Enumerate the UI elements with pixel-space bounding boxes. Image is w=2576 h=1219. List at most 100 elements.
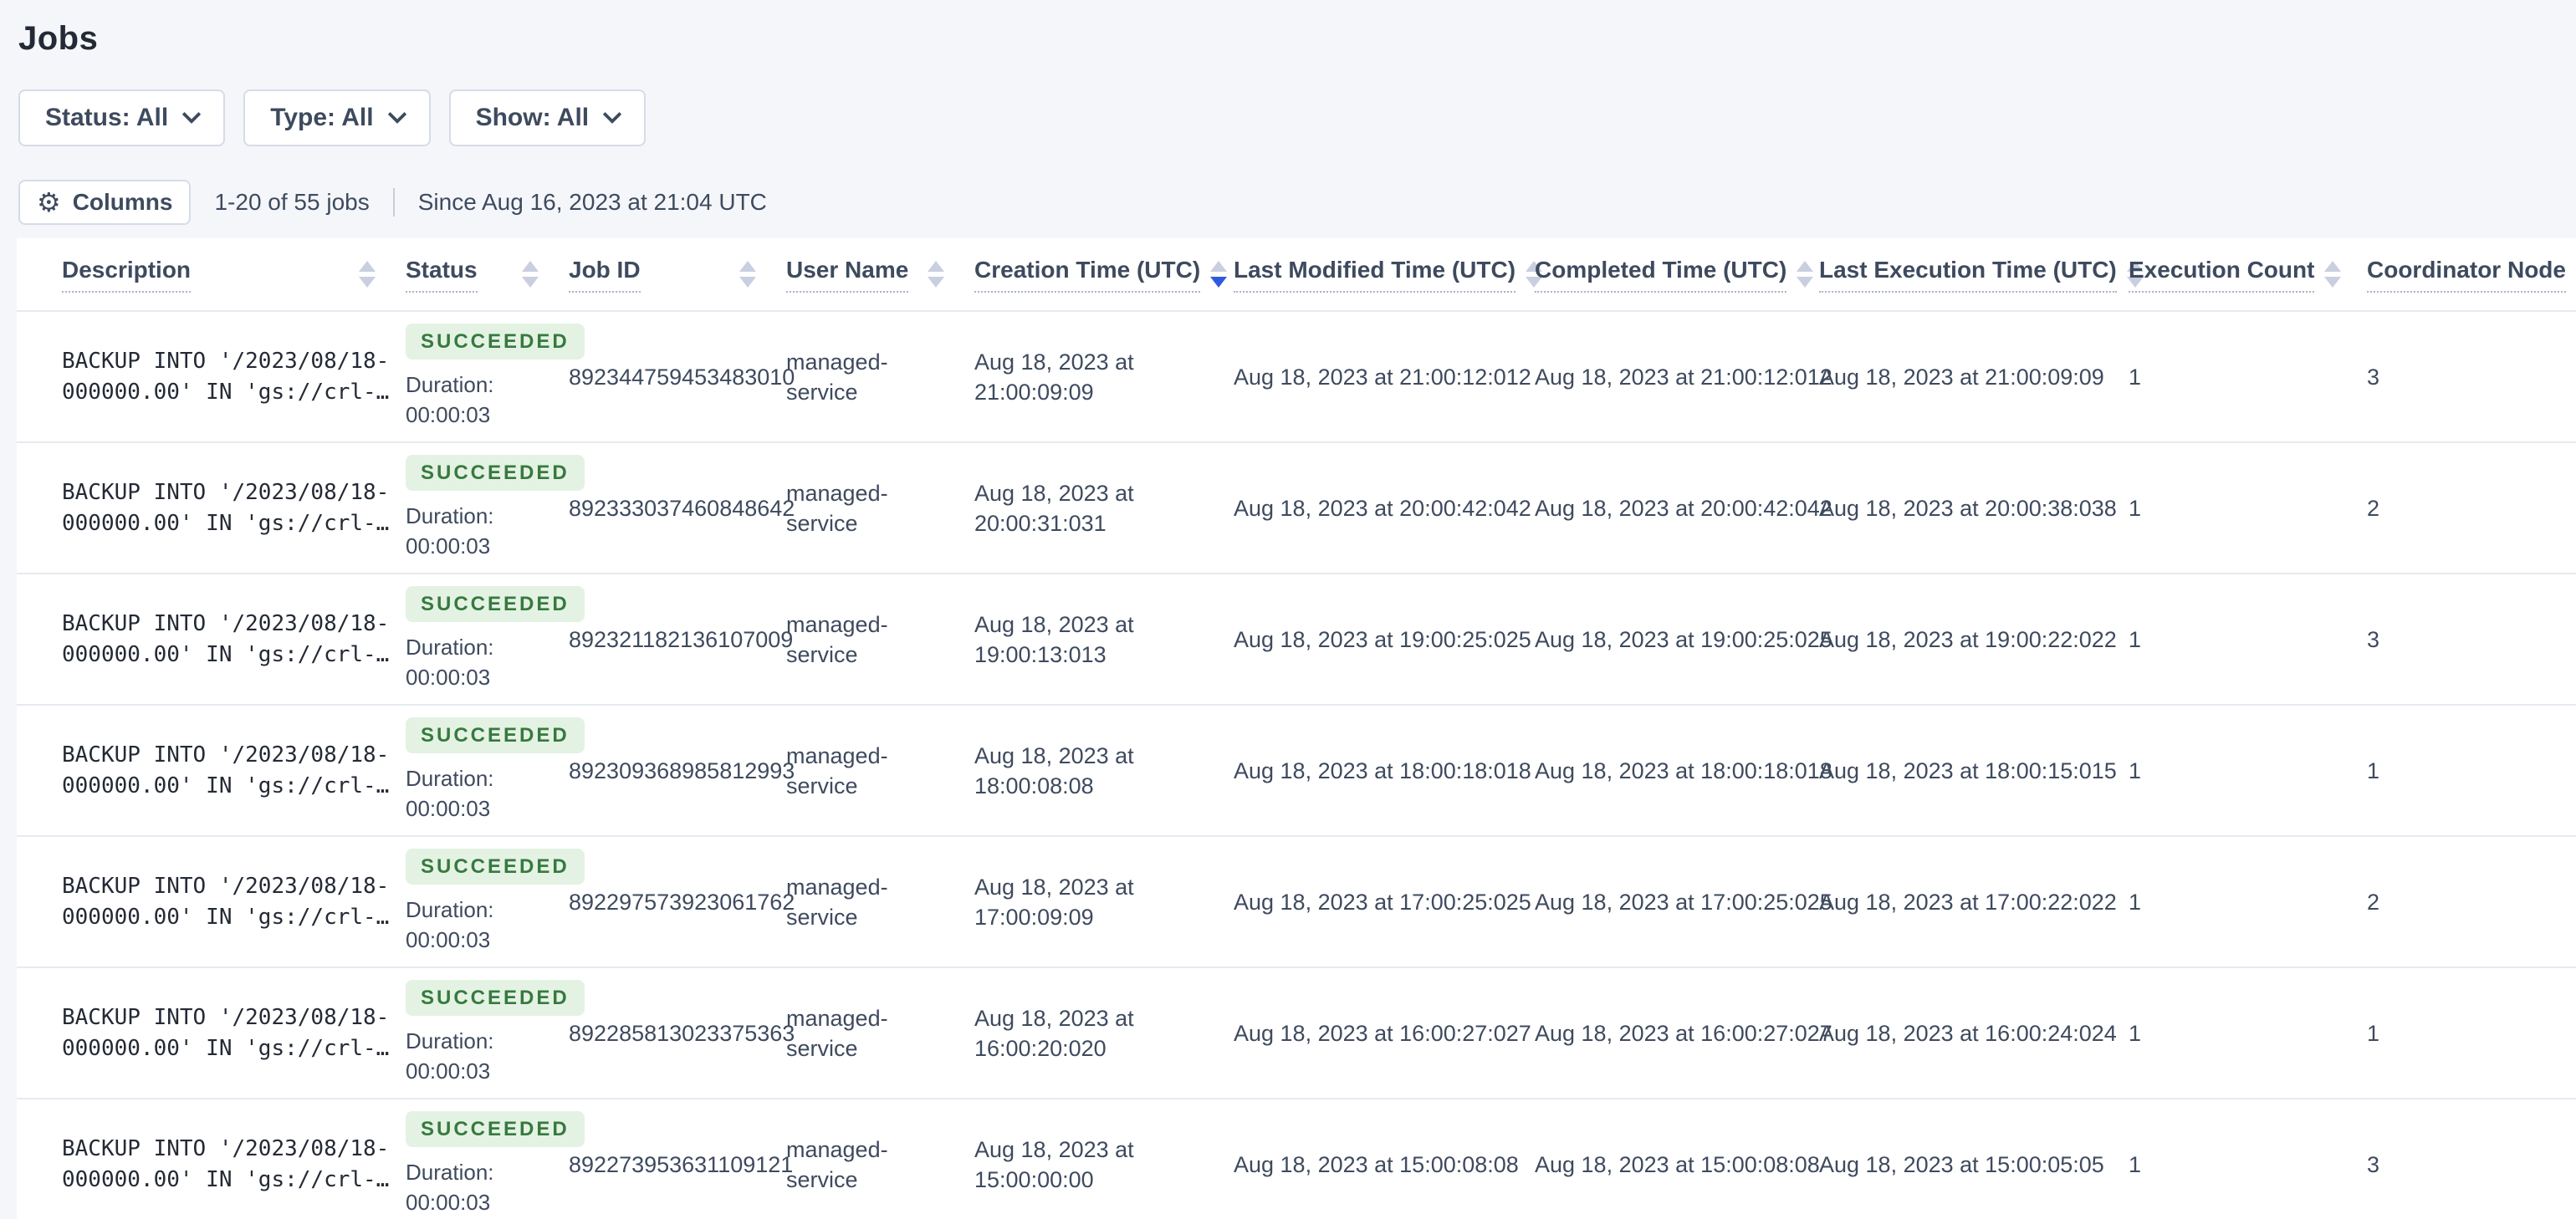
since-timestamp-label: Since Aug 16, 2023 at 21:04 UTC [417, 189, 767, 215]
creation-time-cell: Aug 18, 2023 at 19:00:13:013 [974, 611, 1134, 667]
jobs-count-label: 1-20 of 55 jobs [214, 189, 370, 215]
job-description-link[interactable]: BACKUP INTO '/2023/08/18- 000000.00' IN … [62, 609, 406, 671]
column-header-description[interactable]: Description [62, 257, 406, 293]
column-header-execution-count[interactable]: Execution Count [2129, 257, 2367, 293]
divider [392, 188, 395, 217]
job-id-cell: 892321182136107009 [569, 626, 794, 652]
column-header-coordinator-node[interactable]: Coordinator Node [2367, 257, 2576, 293]
coordinator-node-cell: 1 [2367, 1020, 2380, 1046]
creation-time-cell: Aug 18, 2023 at 16:00:20:020 [974, 1005, 1134, 1061]
chevron-down-icon [387, 105, 406, 125]
user-name-cell: managed-service [786, 1005, 888, 1061]
sort-icon [2324, 261, 2342, 288]
coordinator-node-cell: 2 [2367, 495, 2380, 521]
job-id-cell: 892344759453483010 [569, 364, 795, 390]
job-description-link[interactable]: BACKUP INTO '/2023/08/18- 000000.00' IN … [62, 740, 406, 802]
execution-count-cell: 1 [2129, 364, 2142, 390]
table-row: BACKUP INTO '/2023/08/18- 000000.00' IN … [17, 443, 2576, 574]
last-modified-time-cell: Aug 18, 2023 at 16:00:27:027 [1234, 1020, 1531, 1046]
show-filter-label: Show: All [475, 104, 590, 131]
toolbar-info: 1-20 of 55 jobs Since Aug 16, 2023 at 21… [214, 188, 767, 217]
last-execution-time-cell: Aug 18, 2023 at 20:00:38:038 [1819, 495, 2117, 521]
coordinator-node-cell: 1 [2367, 757, 2380, 783]
coordinator-node-cell: 3 [2367, 626, 2380, 652]
coordinator-node-cell: 2 [2367, 889, 2380, 915]
table-row: BACKUP INTO '/2023/08/18- 000000.00' IN … [17, 312, 2576, 443]
sort-icon [359, 261, 376, 288]
column-header-last-modified-time[interactable]: Last Modified Time (UTC) [1234, 257, 1543, 293]
column-header-user-name[interactable]: User Name [786, 257, 974, 293]
completed-time-cell: Aug 18, 2023 at 19:00:25:025 [1535, 626, 1832, 652]
filter-bar: Status: All Type: All Show: All [18, 89, 2576, 146]
last-execution-time-cell: Aug 18, 2023 at 21:00:09:09 [1819, 364, 2104, 390]
user-name-cell: managed-service [786, 349, 888, 405]
table-header-row: Description Status Job ID User Name Crea… [17, 238, 2576, 312]
show-filter-dropdown[interactable]: Show: All [448, 89, 647, 146]
column-header-status[interactable]: Status [406, 257, 569, 293]
execution-count-cell: 1 [2129, 757, 2142, 783]
user-name-cell: managed-service [786, 480, 888, 536]
duration-label: Duration: 00:00:03 [406, 372, 494, 428]
completed-time-cell: Aug 18, 2023 at 17:00:25:025 [1535, 889, 1832, 915]
execution-count-cell: 1 [2129, 1020, 2142, 1046]
status-cell: SUCCEEDED Duration: 00:00:03 [406, 717, 585, 824]
job-id-cell: 892273953631109121 [569, 1151, 794, 1177]
last-modified-time-cell: Aug 18, 2023 at 17:00:25:025 [1234, 889, 1531, 915]
duration-label: Duration: 00:00:03 [406, 1160, 494, 1216]
coordinator-node-cell: 3 [2367, 364, 2380, 390]
sort-icon [522, 261, 539, 288]
completed-time-cell: Aug 18, 2023 at 20:00:42:042 [1535, 495, 1832, 521]
completed-time-cell: Aug 18, 2023 at 21:00:12:012 [1535, 364, 1832, 390]
status-cell: SUCCEEDED Duration: 00:00:03 [406, 454, 585, 561]
execution-count-cell: 1 [2129, 626, 2142, 652]
table-row: BACKUP INTO '/2023/08/18- 000000.00' IN … [17, 574, 2576, 706]
job-id-cell: 892309368985812993 [569, 757, 795, 783]
job-description-link[interactable]: BACKUP INTO '/2023/08/18- 000000.00' IN … [62, 477, 406, 539]
job-description-link[interactable]: BACKUP INTO '/2023/08/18- 000000.00' IN … [62, 1134, 406, 1196]
last-modified-time-cell: Aug 18, 2023 at 18:00:18:018 [1234, 757, 1531, 783]
table-row: BACKUP INTO '/2023/08/18- 000000.00' IN … [17, 1099, 2576, 1219]
job-description-link[interactable]: BACKUP INTO '/2023/08/18- 000000.00' IN … [62, 346, 406, 408]
column-header-job-id[interactable]: Job ID [569, 257, 786, 293]
last-execution-time-cell: Aug 18, 2023 at 15:00:05:05 [1819, 1151, 2104, 1177]
duration-label: Duration: 00:00:03 [406, 897, 494, 953]
job-description-link[interactable]: BACKUP INTO '/2023/08/18- 000000.00' IN … [62, 871, 406, 933]
user-name-cell: managed-service [786, 742, 888, 798]
execution-count-cell: 1 [2129, 1151, 2142, 1177]
columns-button-label: Columns [72, 189, 173, 215]
completed-time-cell: Aug 18, 2023 at 16:00:27:027 [1535, 1020, 1832, 1046]
page-title: Jobs [18, 20, 99, 57]
creation-time-cell: Aug 18, 2023 at 15:00:00:00 [974, 1136, 1134, 1192]
columns-button[interactable]: ⚙ Columns [18, 180, 192, 225]
table-row: BACKUP INTO '/2023/08/18- 000000.00' IN … [17, 837, 2576, 968]
last-execution-time-cell: Aug 18, 2023 at 16:00:24:024 [1819, 1020, 2117, 1046]
status-filter-label: Status: All [45, 104, 169, 131]
type-filter-dropdown[interactable]: Type: All [243, 89, 431, 146]
creation-time-cell: Aug 18, 2023 at 18:00:08:08 [974, 742, 1134, 798]
status-badge: SUCCEEDED [406, 717, 585, 754]
status-filter-dropdown[interactable]: Status: All [18, 89, 226, 146]
duration-label: Duration: 00:00:03 [406, 766, 494, 822]
table-toolbar: ⚙ Columns 1-20 of 55 jobs Since Aug 16, … [18, 180, 2576, 225]
status-badge: SUCCEEDED [406, 585, 585, 623]
column-header-creation-time[interactable]: Creation Time (UTC) [974, 257, 1234, 293]
status-cell: SUCCEEDED Duration: 00:00:03 [406, 848, 585, 955]
chevron-down-icon [602, 105, 622, 125]
sort-descending-icon [1210, 261, 1228, 288]
status-badge: SUCCEEDED [406, 1110, 585, 1148]
creation-time-cell: Aug 18, 2023 at 21:00:09:09 [974, 349, 1134, 405]
status-cell: SUCCEEDED Duration: 00:00:03 [406, 979, 585, 1086]
job-description-link[interactable]: BACKUP INTO '/2023/08/18- 000000.00' IN … [62, 1002, 406, 1064]
last-execution-time-cell: Aug 18, 2023 at 17:00:22:022 [1819, 889, 2117, 915]
last-modified-time-cell: Aug 18, 2023 at 21:00:12:012 [1234, 364, 1531, 390]
coordinator-node-cell: 3 [2367, 1151, 2380, 1177]
column-header-last-execution-time[interactable]: Last Execution Time (UTC) [1819, 257, 2144, 293]
last-execution-time-cell: Aug 18, 2023 at 19:00:22:022 [1819, 626, 2117, 652]
sort-icon [739, 261, 756, 288]
last-modified-time-cell: Aug 18, 2023 at 15:00:08:08 [1234, 1151, 1519, 1177]
status-cell: SUCCEEDED Duration: 00:00:03 [406, 323, 585, 430]
page-header: Jobs Status: All Type: All Show: All ⚙ C… [0, 0, 2576, 225]
duration-label: Duration: 00:00:03 [406, 503, 494, 559]
column-header-completed-time[interactable]: Completed Time (UTC) [1535, 257, 1819, 293]
creation-time-cell: Aug 18, 2023 at 17:00:09:09 [974, 874, 1134, 930]
